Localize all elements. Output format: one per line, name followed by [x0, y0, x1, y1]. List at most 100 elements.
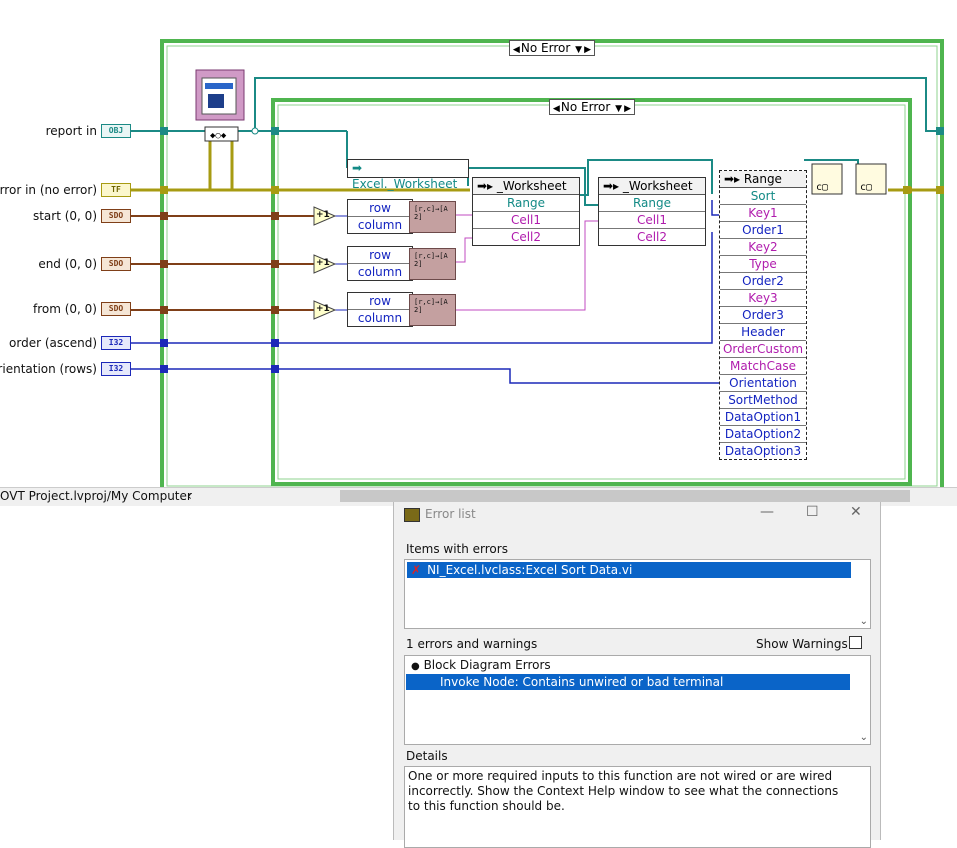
column-element: column — [357, 218, 403, 232]
increment-label: +1 — [316, 304, 330, 314]
cluster-wires — [131, 215, 315, 311]
range-row-order1: Order1 — [720, 222, 806, 239]
subvi-icon — [195, 69, 245, 121]
terminal-error-in[interactable]: TF — [101, 183, 131, 197]
column-element: column — [357, 265, 403, 279]
error-list-window: Error list — ☐ ✕ Items with errors ✗ NI_E… — [393, 502, 881, 848]
errors-count-label: 1 errors and warnings — [406, 637, 538, 651]
increment-case-icon[interactable]: ▶ — [583, 43, 592, 57]
details-label: Details — [406, 749, 448, 763]
range-row-key2: Key2 — [720, 239, 806, 256]
unbundle-by-name-end[interactable]: row column — [347, 246, 413, 281]
tree-item-label: Invoke Node: Contains unwired or bad ter… — [440, 675, 724, 689]
worksheet-row-cell1: Cell1 — [473, 212, 579, 229]
worksheet-node-2[interactable]: ➡▸ _Worksheet Range Cell1 Cell2 — [598, 177, 706, 246]
horizontal-scrollbar-thumb[interactable] — [340, 490, 910, 502]
unbundle-by-name-start[interactable]: row column — [347, 199, 413, 234]
arrow-right-icon: ➡▸ — [603, 179, 620, 193]
control-label-order: order (ascend) — [9, 336, 97, 350]
svg-text:c▢: c▢ — [816, 182, 828, 193]
range-row-sort: Sort — [720, 188, 806, 205]
range-row-key1: Key1 — [720, 205, 806, 222]
worksheet-row-cell2: Cell2 — [510, 230, 542, 244]
excel-worksheet-label: Excel._Worksheet — [352, 177, 458, 191]
range-invoke-node[interactable]: ➡▸ Range Sort Key1 Order1 Key2 Type Orde… — [719, 170, 807, 460]
range-row-type: Type — [720, 256, 806, 273]
show-warnings-checkbox[interactable] — [849, 636, 862, 649]
scroll-left-icon[interactable]: ‹ — [187, 489, 192, 503]
terminal-end[interactable]: SDO — [101, 257, 131, 271]
control-label-end: end (0, 0) — [38, 257, 97, 271]
worksheet-row-cell2: Cell2 — [636, 230, 668, 244]
range-row-header: Header — [720, 324, 806, 341]
range-row-matchcase: MatchCase — [720, 358, 806, 375]
row-element: row — [348, 293, 412, 310]
row-element: row — [348, 247, 412, 264]
control-label-orientation: orientation (rows) — [0, 362, 97, 376]
range-row-dataoption1: DataOption1 — [720, 409, 806, 426]
range-node-title: Range — [743, 172, 782, 186]
scroll-down-icon[interactable]: ⌄ — [860, 616, 868, 627]
range-row-sortmethod: SortMethod — [720, 392, 806, 409]
worksheet-row-cell1: Cell1 — [599, 212, 705, 229]
block-diagram-canvas[interactable]: ◆○◆ c▢ c▢ — [0, 0, 957, 505]
close-icon[interactable]: ✕ — [850, 504, 862, 520]
increment-label: +1 — [316, 258, 330, 268]
terminal-start[interactable]: SDO — [101, 209, 131, 223]
worksheet-row-range: Range — [473, 195, 579, 212]
scroll-down-icon[interactable]: ⌄ — [860, 732, 868, 743]
range-row-order2: Order2 — [720, 273, 806, 290]
svg-text:◆○◆: ◆○◆ — [210, 131, 227, 141]
bullet-icon: ● — [411, 661, 420, 672]
control-label-report-in: report in — [45, 124, 97, 138]
window-title: Error list — [425, 507, 476, 521]
unbundle-by-name-from[interactable]: row column — [347, 292, 413, 327]
range-row-dataoption2: DataOption2 — [720, 426, 806, 443]
tree-item-block-diagram-errors[interactable]: ● Block Diagram Errors — [411, 658, 551, 672]
inner-case-selector[interactable]: ◀No Error ▼ ▶ — [549, 99, 635, 115]
error-item[interactable]: ✗ NI_Excel.lvclass:Excel Sort Data.vi — [407, 562, 851, 578]
cell-format-subvi[interactable]: [r,c]→[A 2] — [409, 201, 456, 233]
range-row-dataoption3: DataOption3 — [724, 444, 802, 458]
control-label-from: from (0, 0) — [32, 302, 97, 316]
row-element: row — [348, 200, 412, 217]
arrow-right-icon: ➡▸ — [724, 172, 741, 186]
details-text: One or more required inputs to this func… — [408, 769, 839, 813]
range-row-ordercustom: OrderCustom — [720, 341, 806, 358]
excel-worksheet-property[interactable]: ➡ Excel._Worksheet — [347, 159, 469, 191]
window-title-bar: Error list — ☐ ✕ — [394, 502, 880, 528]
terminal-report-in[interactable]: OBJ — [101, 124, 131, 138]
terminal-from[interactable]: SDO — [101, 302, 131, 316]
arrow-right-icon: ➡▸ — [477, 179, 494, 193]
tree-item-label: Block Diagram Errors — [423, 658, 551, 672]
worksheet-node-1[interactable]: ➡▸ _Worksheet Range Cell1 Cell2 — [472, 177, 580, 246]
worksheet-node-title: _Worksheet — [496, 179, 567, 193]
chevron-down-icon[interactable]: ▼ — [574, 43, 583, 57]
error-list-app-icon — [404, 508, 420, 522]
items-with-errors-list[interactable]: ✗ NI_Excel.lvclass:Excel Sort Data.vi ⌄ — [404, 559, 871, 629]
cell-format-subvi[interactable]: [r,c]→[A 2] — [409, 294, 456, 326]
minimize-icon[interactable]: — — [760, 504, 774, 520]
range-row-order3: Order3 — [720, 307, 806, 324]
svg-text:c▢: c▢ — [860, 182, 872, 193]
control-label-start: start (0, 0) — [32, 209, 97, 223]
decrement-case-icon[interactable]: ◀ — [512, 43, 521, 57]
worksheet-row-range: Range — [599, 195, 705, 212]
worksheet-node-title: _Worksheet — [622, 179, 693, 193]
control-label-error-in: error in (no error) — [0, 183, 97, 197]
tree-item-invoke-node-error[interactable]: Invoke Node: Contains unwired or bad ter… — [406, 674, 850, 690]
inner-case-label: No Error — [560, 100, 611, 114]
cell-format-subvi[interactable]: [r,c]→[A 2] — [409, 248, 456, 280]
items-with-errors-label: Items with errors — [406, 542, 508, 556]
increment-case-icon[interactable]: ▶ — [623, 102, 632, 116]
decrement-case-icon[interactable]: ◀ — [552, 102, 561, 116]
project-path: OVT Project.lvproj/My Computer — [0, 489, 192, 503]
outer-case-label: No Error — [520, 41, 571, 55]
terminal-order[interactable]: I32 — [101, 336, 131, 350]
outer-case-selector[interactable]: ◀No Error ▼ ▶ — [509, 40, 595, 56]
maximize-icon[interactable]: ☐ — [806, 504, 819, 520]
show-warnings-label: Show Warnings — [756, 637, 848, 651]
error-details-tree[interactable]: ● Block Diagram Errors Invoke Node: Cont… — [404, 655, 871, 745]
chevron-down-icon[interactable]: ▼ — [614, 102, 623, 116]
terminal-orientation[interactable]: I32 — [101, 362, 131, 376]
